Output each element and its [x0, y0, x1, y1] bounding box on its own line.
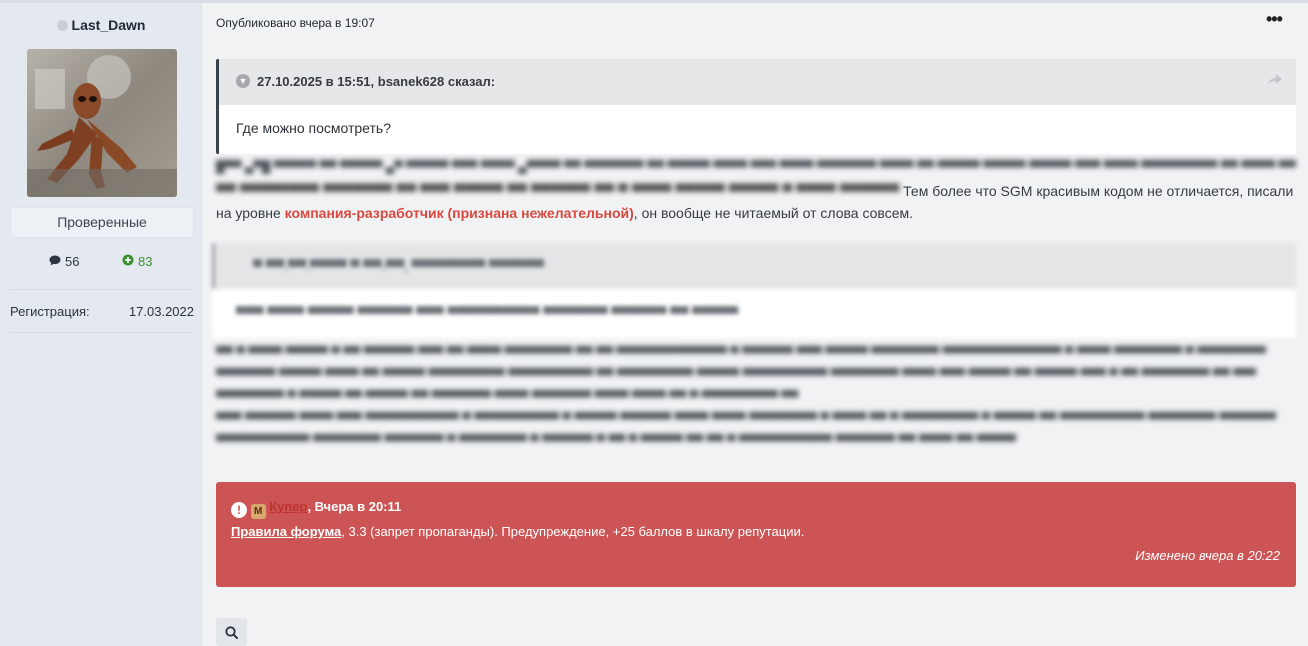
warning-icon: ! — [231, 502, 247, 518]
moderator-name-link[interactable]: Купер — [269, 499, 307, 514]
search-button[interactable] — [216, 618, 247, 646]
moderator-note: ! M Купер, Вчера в 20:11 Правила форума,… — [216, 482, 1296, 587]
posts-count[interactable]: 56 — [49, 254, 79, 269]
search-icon — [225, 626, 238, 643]
quote-header: ▼ 27.10.2025 в 15:51, bsanek628 сказал: — [219, 59, 1296, 105]
moderator-note-header: ! M Купер, Вчера в 20:11 — [231, 499, 401, 519]
blurred-quote-block: ▀ ▀▀.▀▀.▀▀▀▀ ▀ ▀▀:▀▀, ▀▀▀▀▀▀▀▀ ▀▀▀▀▀▀ ▀▀… — [212, 243, 1296, 338]
quote-block: ▼ 27.10.2025 в 15:51, bsanek628 сказал: … — [216, 59, 1296, 154]
moderator-note-body: Правила форума, 3.3 (запрет пропаганды).… — [231, 524, 805, 539]
share-arrow-icon[interactable] — [1268, 73, 1282, 89]
quote-text: Где можно посмотреть? — [236, 120, 391, 136]
forum-rules-link[interactable]: Правила форума — [231, 524, 341, 539]
author-name[interactable]: Last_Dawn — [72, 17, 146, 33]
registration-row: Регистрация: 17.03.2022 — [10, 304, 194, 322]
blurred-text: ▀▀▀▀▀▀▀▀▀▀▀ ▀▀▀▀▀▀▀▀ ▀▀▀▀▀▀▀ ▀ ▀▀▀▀▀▀▀▀ … — [216, 434, 1016, 448]
quote-citation: 27.10.2025 в 15:51, bsanek628 сказал: — [257, 74, 496, 89]
edited-timestamp: Изменено вчера в 20:22 — [1135, 548, 1280, 563]
author-stats: 56 83 — [0, 254, 202, 272]
moderator-avatar[interactable]: M — [250, 504, 266, 519]
plus-circle-icon — [122, 254, 134, 269]
blurred-text: █▀▀ ▄▀█ ▀▀▀▀▀ ▀▀ ▀▀▀▀▀ ▄▀ ▀▀▀▀▀ ▀▀▀ ▀▀▀▀… — [216, 160, 1296, 174]
ellipsis-icon[interactable]: ••• — [1266, 10, 1284, 28]
blurred-text: ▀▀ ▀ ▀▀▀▀ ▀▀▀▀▀ ▀ ▀▀ ▀▀▀▀▀▀ ▀▀▀ ▀▀ ▀▀▀▀ … — [216, 346, 1266, 360]
blurred-text: ▀▀▀ ▀▀▀▀▀▀ ▀▀▀▀ ▀▀▀ ▀▀▀▀▀▀▀▀▀▀▀ ▀ ▀▀▀▀▀▀… — [216, 412, 1276, 426]
blurred-text: ▀▀▀▀▀▀▀ ▀▀▀▀▀ ▀▀▀▀ ▀▀ ▀▀▀▀▀ ▀▀▀▀▀▀▀▀▀ ▀▀… — [216, 368, 1256, 382]
post-text: ▀▀ ▀▀▀▀▀▀▀▀ ▀▀▀▀▀▀▀ ▀▀ ▀▀▀ ▀▀▀▀▀ ▀▀ ▀▀▀▀… — [216, 183, 1294, 221]
highlighted-link[interactable]: компания-разработчик (признана нежелател… — [285, 205, 634, 221]
blurred-text: ▀▀ ▀▀▀▀▀▀▀▀ ▀▀▀▀▀▀▀ ▀▀ ▀▀▀ ▀▀▀▀▀ ▀▀ ▀▀▀▀… — [216, 183, 904, 199]
offline-status-icon — [56, 20, 68, 31]
comment-icon — [49, 254, 61, 269]
author-panel: Last_Dawn Проверенные 56 83 Регистрация:… — [0, 3, 202, 646]
blurred-text: ▀▀▀▀▀▀▀▀ ▀ ▀▀▀▀▀ ▀▀ ▀▀▀▀▀ ▀▀ ▀▀▀▀▀▀▀ ▀▀▀… — [216, 390, 799, 404]
post-published-time[interactable]: Опубликовано вчера в 19:07 — [216, 16, 375, 30]
registration-date: 17.03.2022 — [128, 304, 194, 319]
divider — [10, 332, 194, 333]
avatar[interactable] — [27, 49, 177, 197]
registration-label: Регистрация: — [10, 304, 90, 319]
divider — [10, 289, 194, 290]
chevron-down-icon[interactable]: ▼ — [236, 74, 250, 88]
member-group-badge: Проверенные — [10, 207, 194, 238]
moderator-note-time: , Вчера в 20:11 — [307, 499, 402, 514]
author-name-row: Last_Dawn — [0, 17, 202, 33]
reputation-count[interactable]: 83 — [122, 254, 152, 269]
